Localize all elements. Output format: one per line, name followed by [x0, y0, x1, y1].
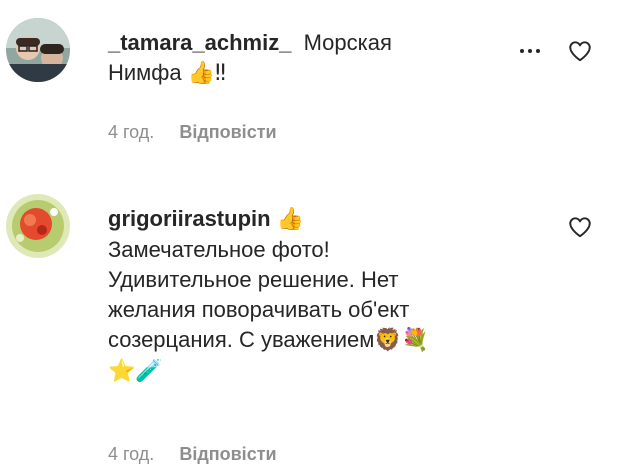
comment-text-line-2: Нимфа [108, 60, 182, 85]
comment-body: _tamara_achmiz_ Морская Нимфа 👍‼ [108, 28, 548, 89]
comment-text-line-3: желания поворачивать об'ект [108, 297, 410, 322]
lion-bouquet-emoji: 🦁💐 [374, 328, 430, 353]
reply-button[interactable]: Відповісти [179, 444, 276, 464]
timestamp: 4 год. [108, 444, 155, 464]
thumbs-up-emoji: 👍 [276, 207, 305, 232]
heart-outline-icon[interactable] [567, 214, 593, 240]
comment-text-line-4: созерцания. С уважением [108, 327, 375, 352]
comment-2: grigoriirastupin 👍 Замечательное фото! У… [0, 170, 620, 476]
comment-actions [567, 214, 593, 240]
thumbs-up-double-exclamation-emoji: 👍‼ [187, 61, 226, 86]
star-test-tube-emoji: ⭐🧪 [108, 359, 163, 384]
username[interactable]: _tamara_achmiz_ [108, 30, 291, 55]
comment-actions [515, 38, 593, 64]
comment-text-line-1: Замечательное фото! [108, 237, 330, 262]
username[interactable]: grigoriirastupin [108, 206, 271, 231]
reply-button[interactable]: Відповісти [179, 122, 276, 142]
comment-meta: 4 год. Відповісти [108, 122, 277, 143]
comment-body: grigoriirastupin 👍 Замечательное фото! У… [108, 204, 548, 387]
comment-text-line-1: Морская [303, 30, 392, 55]
more-options-icon[interactable] [515, 41, 545, 61]
heart-outline-icon[interactable] [567, 38, 593, 64]
comment-1: _tamara_achmiz_ Морская Нимфа 👍‼ 4 год. … [0, 0, 620, 170]
comment-text-line-2: Удивительное решение. Нет [108, 267, 399, 292]
avatar[interactable] [6, 194, 70, 258]
avatar[interactable] [6, 18, 70, 82]
timestamp: 4 год. [108, 122, 155, 142]
comment-meta: 4 год. Відповісти [108, 444, 277, 465]
